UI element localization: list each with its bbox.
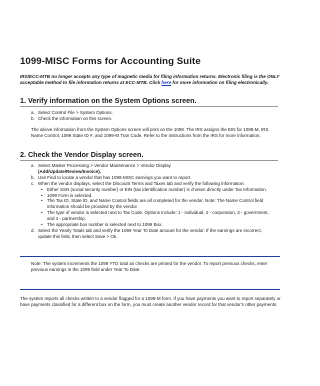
section1-heading: 1. Verify information on the System Opti…: [20, 96, 197, 105]
section2-step-c: c. When the vendor displays, select the …: [31, 181, 271, 228]
section2-heading: 2. Check the Vendor Display screen.: [20, 150, 144, 159]
note-box: Note: The system increments the 1099 YTD…: [31, 261, 268, 272]
step-text: Select the Yearly Totals tab and verify …: [38, 227, 262, 239]
intro-text-after: for more information on filing electroni…: [172, 80, 269, 86]
section2-steps: a. Select Master Processing > Vendor Mai…: [31, 163, 271, 240]
note-top-divider: [20, 256, 280, 257]
section1-paragraph: The above information from the System Op…: [31, 127, 269, 138]
step-text: Use Find to locate a vendor that has 109…: [38, 174, 192, 180]
document-page: 1099-MISC Forms for Accounting Suite IRS…: [0, 0, 298, 386]
verify-bullet-list: Either SSN (social security number) or E…: [38, 187, 271, 228]
list-item: The Tax ID, State ID, and Name Control f…: [38, 198, 271, 210]
step-marker: b.: [31, 115, 35, 121]
list-item: The type of vendor is selected next to T…: [38, 210, 271, 222]
step-marker: c.: [31, 180, 35, 186]
note-bottom-divider: [20, 289, 280, 290]
step-text: Select Master Processing > Vendor Mainte…: [38, 163, 171, 168]
closing-paragraph: The system reports all checks written to…: [20, 296, 281, 307]
page-title: 1099-MISC Forms for Accounting Suite: [20, 56, 201, 67]
section2-step-a: a. Select Master Processing > Vendor Mai…: [31, 163, 271, 175]
step-text-cont: (Add/Update/Review/Invoice).: [38, 168, 102, 174]
section2-rule: [20, 160, 278, 161]
step-marker: a.: [31, 163, 35, 168]
step-text: When the vendor displays, select the Dis…: [38, 180, 245, 186]
step-marker: d.: [31, 227, 35, 233]
section2-step-d: d. Select the Yearly Totals tab and veri…: [31, 228, 271, 240]
step-text: Check the information on this screen.: [38, 115, 113, 121]
section1-rule: [20, 106, 278, 107]
section1-steps: a. Select Control File > System Options.…: [31, 110, 271, 122]
step-text: Select Control File > System Options.: [38, 110, 113, 115]
intro-here-link[interactable]: here: [161, 80, 171, 85]
section1-step-b: b. Check the information on this screen.: [31, 116, 271, 122]
intro-paragraph: IRS/ECC-MTB no longer accepts any type o…: [20, 74, 282, 87]
